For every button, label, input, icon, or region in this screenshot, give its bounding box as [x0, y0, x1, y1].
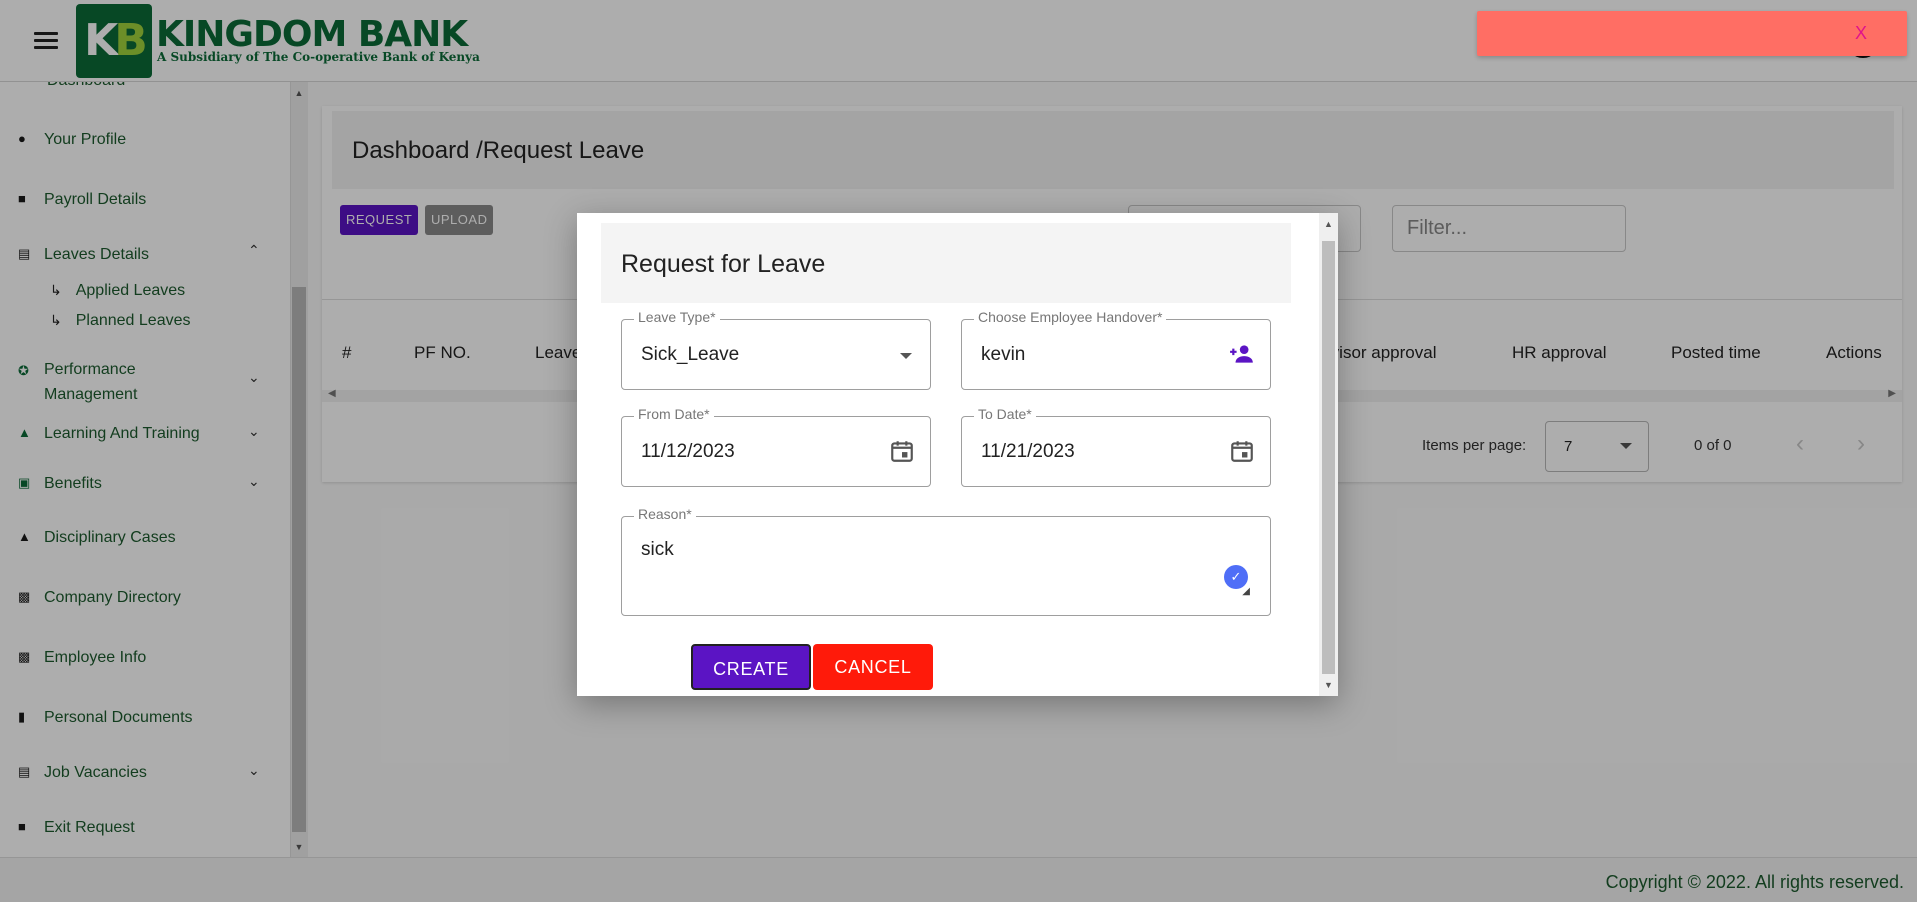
- resize-handle-icon[interactable]: ◢: [1242, 586, 1250, 597]
- reason-textarea[interactable]: Reason* sick ✓ ◢: [621, 506, 1271, 616]
- field-label: From Date*: [634, 406, 714, 422]
- field-value: kevin: [981, 344, 1026, 365]
- dialog-title: Request for Leave: [621, 250, 826, 278]
- field-value: 11/12/2023: [641, 441, 735, 462]
- request-leave-dialog: Request for Leave Leave Type* Sick_Leave…: [577, 213, 1338, 696]
- from-date-field[interactable]: From Date* 11/12/2023: [621, 406, 931, 487]
- to-date-field[interactable]: To Date* 11/21/2023: [961, 406, 1271, 487]
- cancel-button[interactable]: CANCEL: [813, 644, 933, 690]
- dropdown-caret-icon: [900, 353, 912, 359]
- error-toast: X: [1477, 11, 1907, 56]
- calendar-icon[interactable]: [1229, 438, 1255, 464]
- employee-handover-field[interactable]: Choose Employee Handover* kevin: [961, 309, 1271, 390]
- scroll-down-icon[interactable]: ▼: [1322, 680, 1335, 690]
- field-label: To Date*: [974, 406, 1036, 422]
- field-label: Leave Type*: [634, 309, 720, 325]
- leave-type-select[interactable]: Leave Type* Sick_Leave: [621, 309, 931, 390]
- field-value: 11/21/2023: [981, 441, 1075, 462]
- toast-close-button[interactable]: X: [1855, 23, 1867, 44]
- dialog-scroll-thumb[interactable]: [1322, 241, 1335, 674]
- create-button[interactable]: CREATE: [691, 644, 811, 690]
- person-add-icon[interactable]: [1229, 341, 1255, 367]
- field-label: Choose Employee Handover*: [974, 309, 1167, 325]
- field-value: Sick_Leave: [641, 344, 740, 365]
- field-label: Reason*: [634, 506, 696, 522]
- field-value: sick: [641, 539, 674, 560]
- calendar-icon[interactable]: [889, 438, 915, 464]
- scroll-up-icon[interactable]: ▲: [1322, 219, 1335, 229]
